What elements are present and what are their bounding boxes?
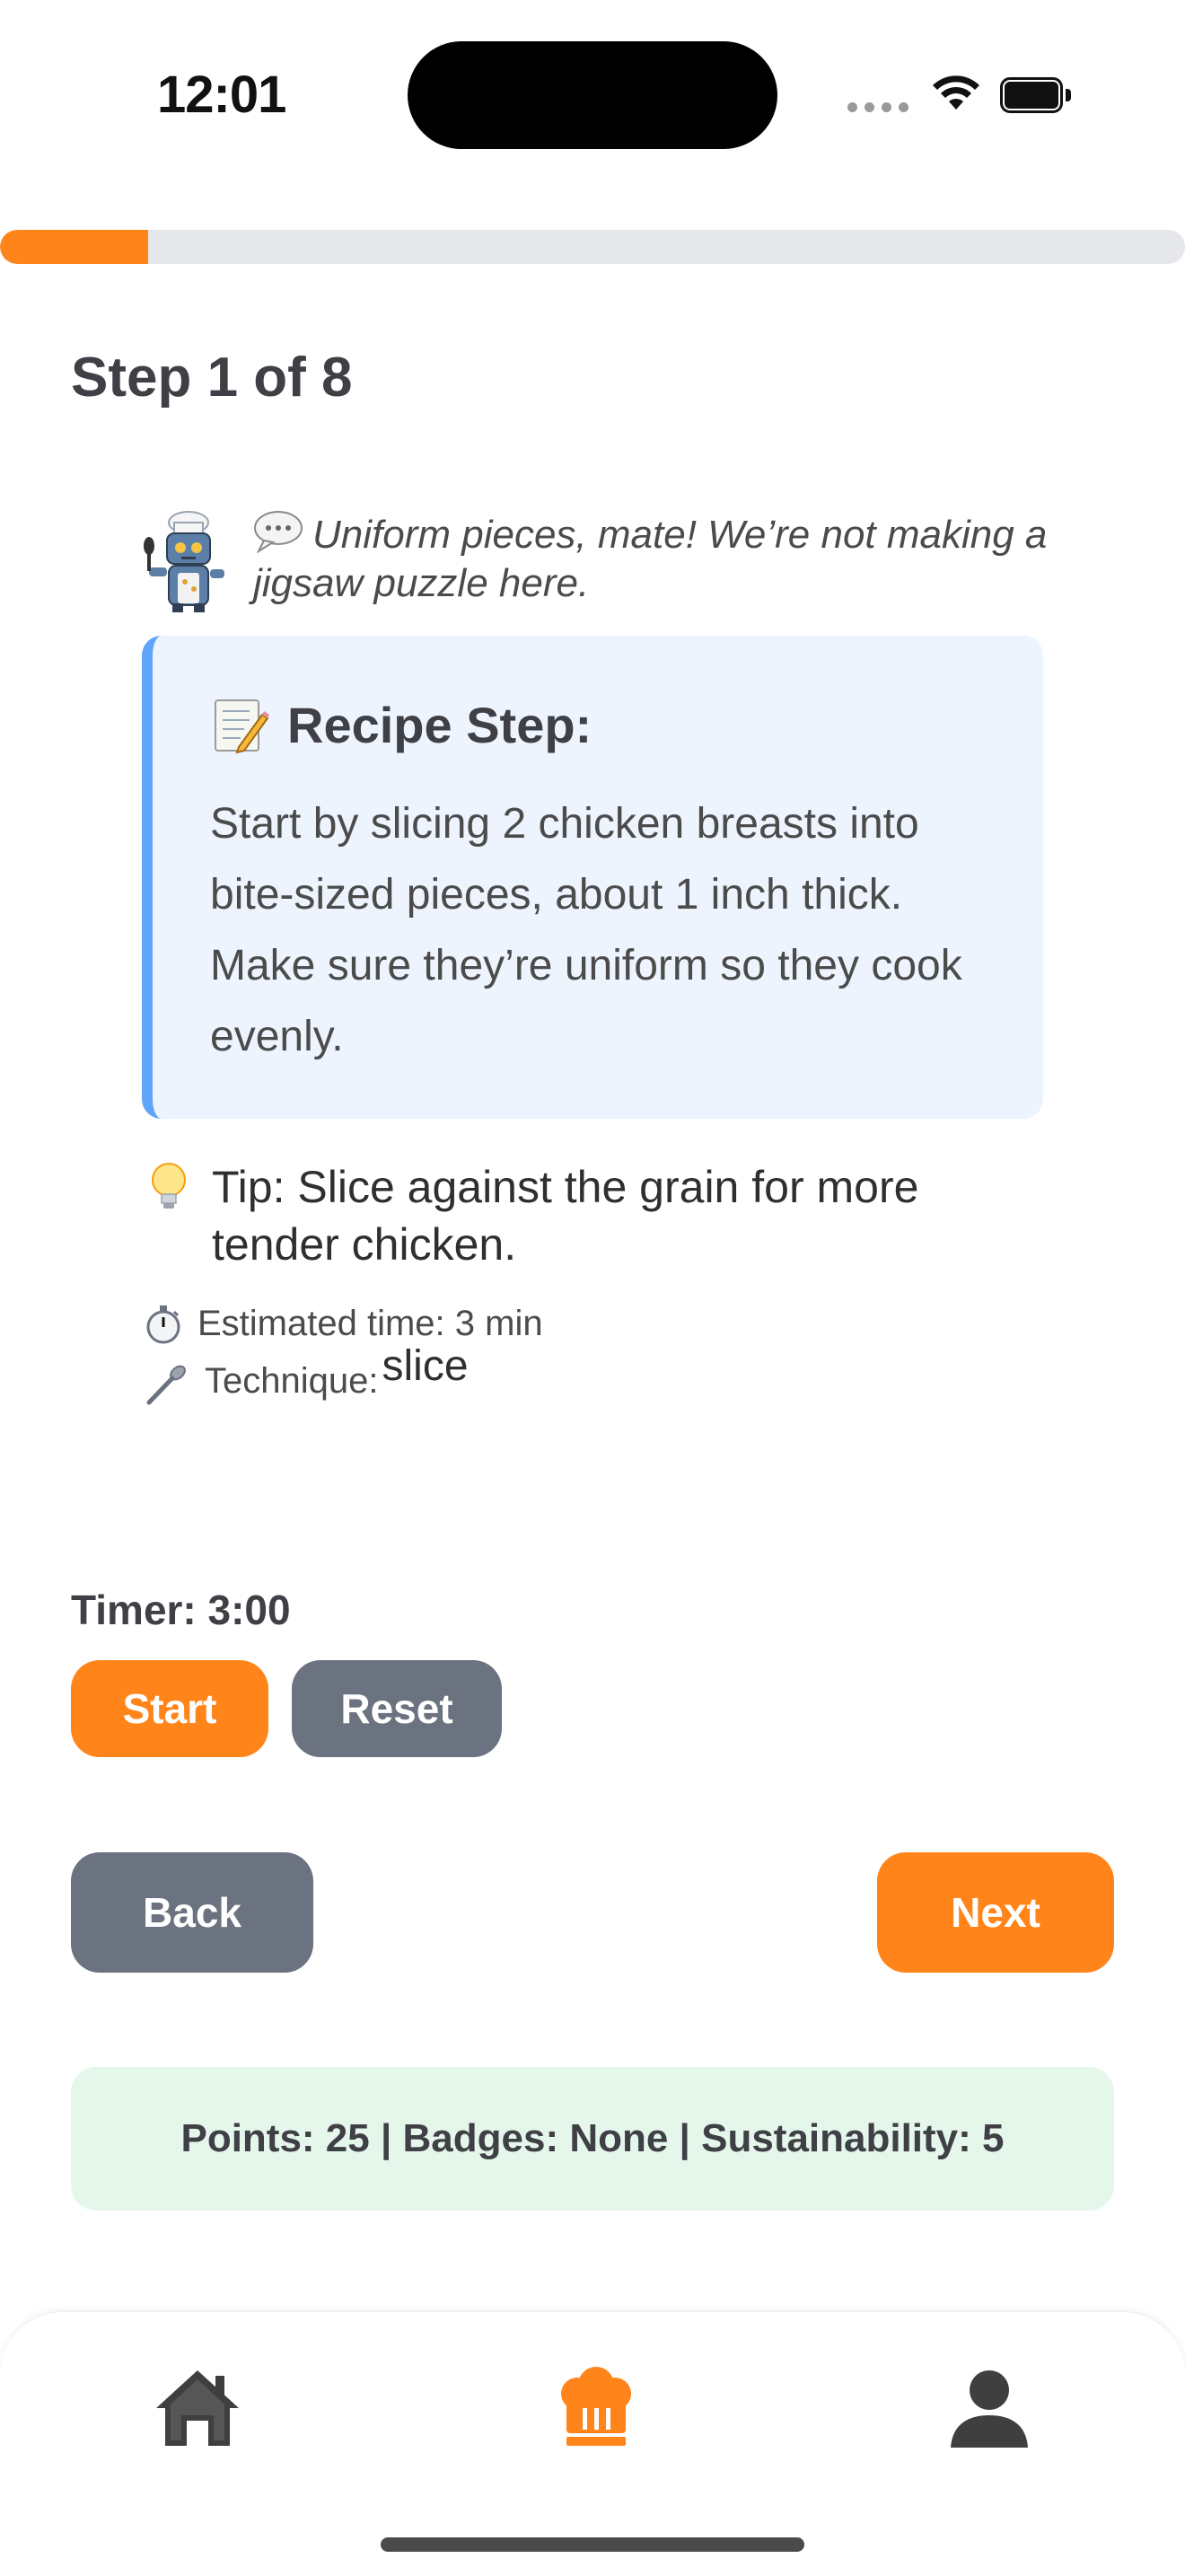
step-title: Step 1 of 8 [71, 347, 353, 409]
status-icons [847, 74, 1081, 119]
stopwatch-icon [146, 1306, 180, 1344]
speech-bubble-icon [254, 511, 303, 553]
battery-icon [1000, 77, 1072, 113]
step-progress-bar [0, 230, 1185, 264]
recipe-step-heading: Recipe Step: [212, 695, 592, 754]
step-progress-fill [0, 230, 148, 264]
estimated-time-text: Estimated time: 3 min [198, 1304, 543, 1343]
timer-reset-button[interactable]: Reset [292, 1660, 502, 1757]
technique-row: Technique: slice [144, 1342, 469, 1411]
recipe-step-text: Start by slicing 2 chicken breasts into … [210, 800, 962, 1060]
timer-label: Timer: 3:00 [71, 1587, 291, 1633]
wifi-icon [933, 75, 979, 110]
chef-quote-text: Uniform pieces, mate! We’re not making a… [253, 513, 1048, 605]
robot-chef-icon [144, 511, 224, 612]
tab-bar [0, 2311, 1185, 2576]
status-time: 12:01 [157, 66, 286, 124]
stats-text: Points: 25 | Badges: None | Sustainabili… [180, 2116, 1005, 2160]
chef-hat-icon [561, 2367, 631, 2446]
cellular-signal-icon [847, 102, 908, 112]
memo-icon [215, 699, 269, 754]
dynamic-island [408, 41, 777, 149]
recipe-step-card: Recipe Step: Start by slicing 2 chicken … [142, 636, 1043, 1119]
spoon-icon [146, 1365, 186, 1405]
home-indicator[interactable] [381, 2537, 804, 2552]
estimated-time-row: Estimated time: 3 min [144, 1304, 543, 1345]
home-icon [156, 2370, 239, 2446]
technique-value: slice [382, 1342, 469, 1390]
tab-cook[interactable] [542, 2359, 650, 2457]
tab-profile[interactable] [935, 2359, 1043, 2457]
back-button[interactable]: Back [71, 1852, 313, 1973]
tab-home[interactable] [144, 2359, 251, 2457]
timer-start-button[interactable]: Start [71, 1660, 268, 1757]
next-button[interactable]: Next [877, 1852, 1114, 1973]
person-icon [951, 2370, 1028, 2448]
chef-quote: Uniform pieces, mate! We’re not making a… [253, 510, 1142, 608]
light-bulb-icon [152, 1163, 186, 1209]
recipe-step-heading-text: Recipe Step: [287, 696, 592, 753]
stats-bar: Points: 25 | Badges: None | Sustainabili… [71, 2067, 1114, 2211]
technique-label: Technique: [205, 1361, 379, 1401]
tip-text: Tip: Slice against the grain for more te… [212, 1162, 919, 1270]
